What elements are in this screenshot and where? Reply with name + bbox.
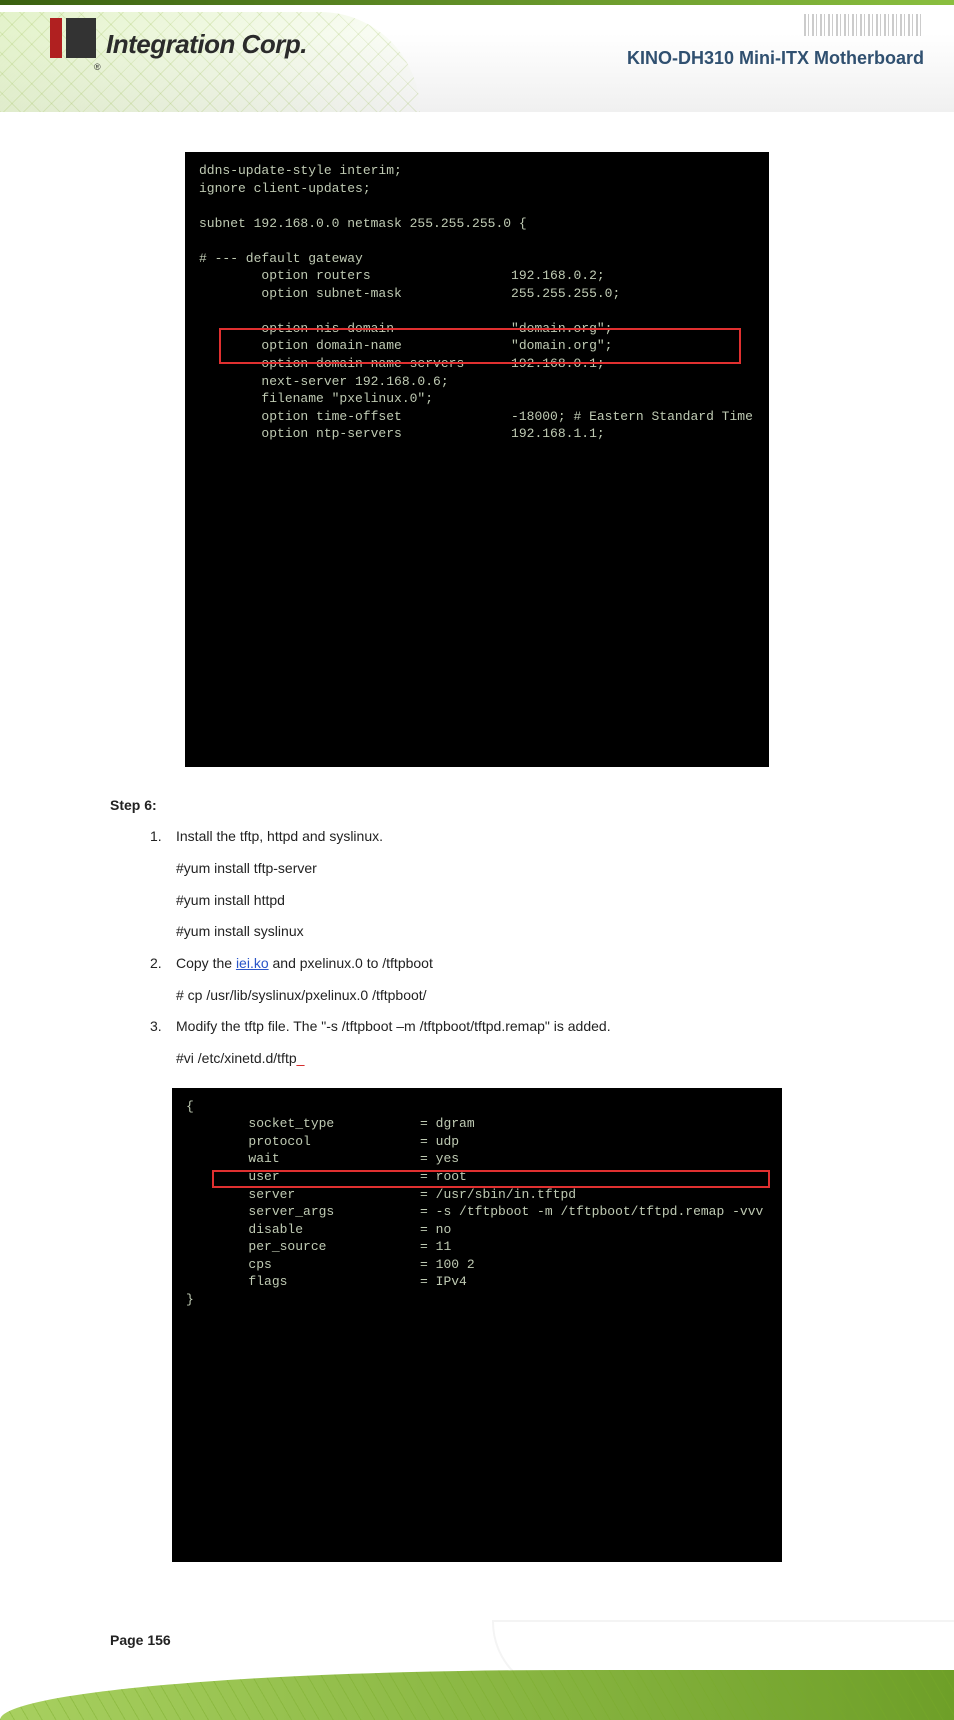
substep-row: 2. Copy the iei.ko and pxelinux.0 to /tf…: [150, 953, 844, 975]
substep-number: [150, 858, 176, 880]
dhcp-config-terminal: ddns-update-style interim; ignore client…: [185, 152, 769, 767]
text-part: and pxelinux.0 to /tftpboot: [269, 955, 433, 971]
command-text: #yum install tftp-server: [176, 858, 844, 880]
step-label: Step 6:: [110, 795, 844, 817]
page-body: ddns-update-style interim; ignore client…: [0, 112, 954, 1610]
footer-decor: [0, 1670, 954, 1720]
text-part: Modify the tftp file. The: [176, 1018, 321, 1034]
command-red: _: [297, 1050, 305, 1066]
logo-text: Integration Corp.: [106, 29, 307, 60]
substep-row: 1. Install the tftp, httpd and syslinux.: [150, 826, 844, 848]
tftp-config-terminal: { socket_type = dgram protocol = udp wai…: [172, 1088, 782, 1562]
header-strip: [0, 0, 954, 5]
highlight-box: [219, 328, 741, 364]
text-part: is added.: [550, 1018, 611, 1034]
substep-row: #yum install tftp-server: [150, 858, 844, 880]
page-number: Page 156: [110, 1632, 171, 1648]
command-pre: #vi /etc/xinetd.d/tftp: [176, 1050, 297, 1066]
command-text: #vi /etc/xinetd.d/tftp_: [176, 1048, 844, 1070]
substep-number: [150, 921, 176, 943]
brand-logo: Integration Corp.: [50, 18, 307, 70]
command-text: # cp /usr/lib/syslinux/pxelinux.0 /tftpb…: [176, 985, 844, 1007]
substep-row: #yum install httpd: [150, 890, 844, 912]
substep-number: [150, 890, 176, 912]
substep-row: #vi /etc/xinetd.d/tftp_: [150, 1048, 844, 1070]
document-title: KINO-DH310 Mini-ITX Motherboard: [627, 48, 924, 69]
substep-number: 2.: [150, 953, 176, 975]
command-text: #yum install httpd: [176, 890, 844, 912]
substep-row: #yum install syslinux: [150, 921, 844, 943]
substep-text: Copy the iei.ko and pxelinux.0 to /tftpb…: [176, 953, 844, 975]
substep-number: [150, 1048, 176, 1070]
command-text: #yum install syslinux: [176, 921, 844, 943]
substep-number: 1.: [150, 826, 176, 848]
filename-link[interactable]: iei.ko: [236, 955, 269, 971]
highlight-box: [212, 1170, 770, 1188]
page-footer: Page 156: [0, 1610, 954, 1720]
substep-number: 3.: [150, 1016, 176, 1038]
substep-row: 3. Modify the tftp file. The "-s /tftpbo…: [150, 1016, 844, 1038]
header-barcode: [804, 14, 924, 36]
substep-text: Install the tftp, httpd and syslinux.: [176, 826, 844, 848]
emph-text: "-s /tftpboot –m /tftpboot/tftpd.remap": [321, 1018, 550, 1034]
substep-text: Modify the tftp file. The "-s /tftpboot …: [176, 1016, 844, 1038]
text-part: Copy the: [176, 955, 236, 971]
substep-number: [150, 985, 176, 1007]
logo-mark-icon: [50, 18, 98, 70]
page-header: Integration Corp. KINO-DH310 Mini-ITX Mo…: [0, 0, 954, 112]
substep-row: # cp /usr/lib/syslinux/pxelinux.0 /tftpb…: [150, 985, 844, 1007]
